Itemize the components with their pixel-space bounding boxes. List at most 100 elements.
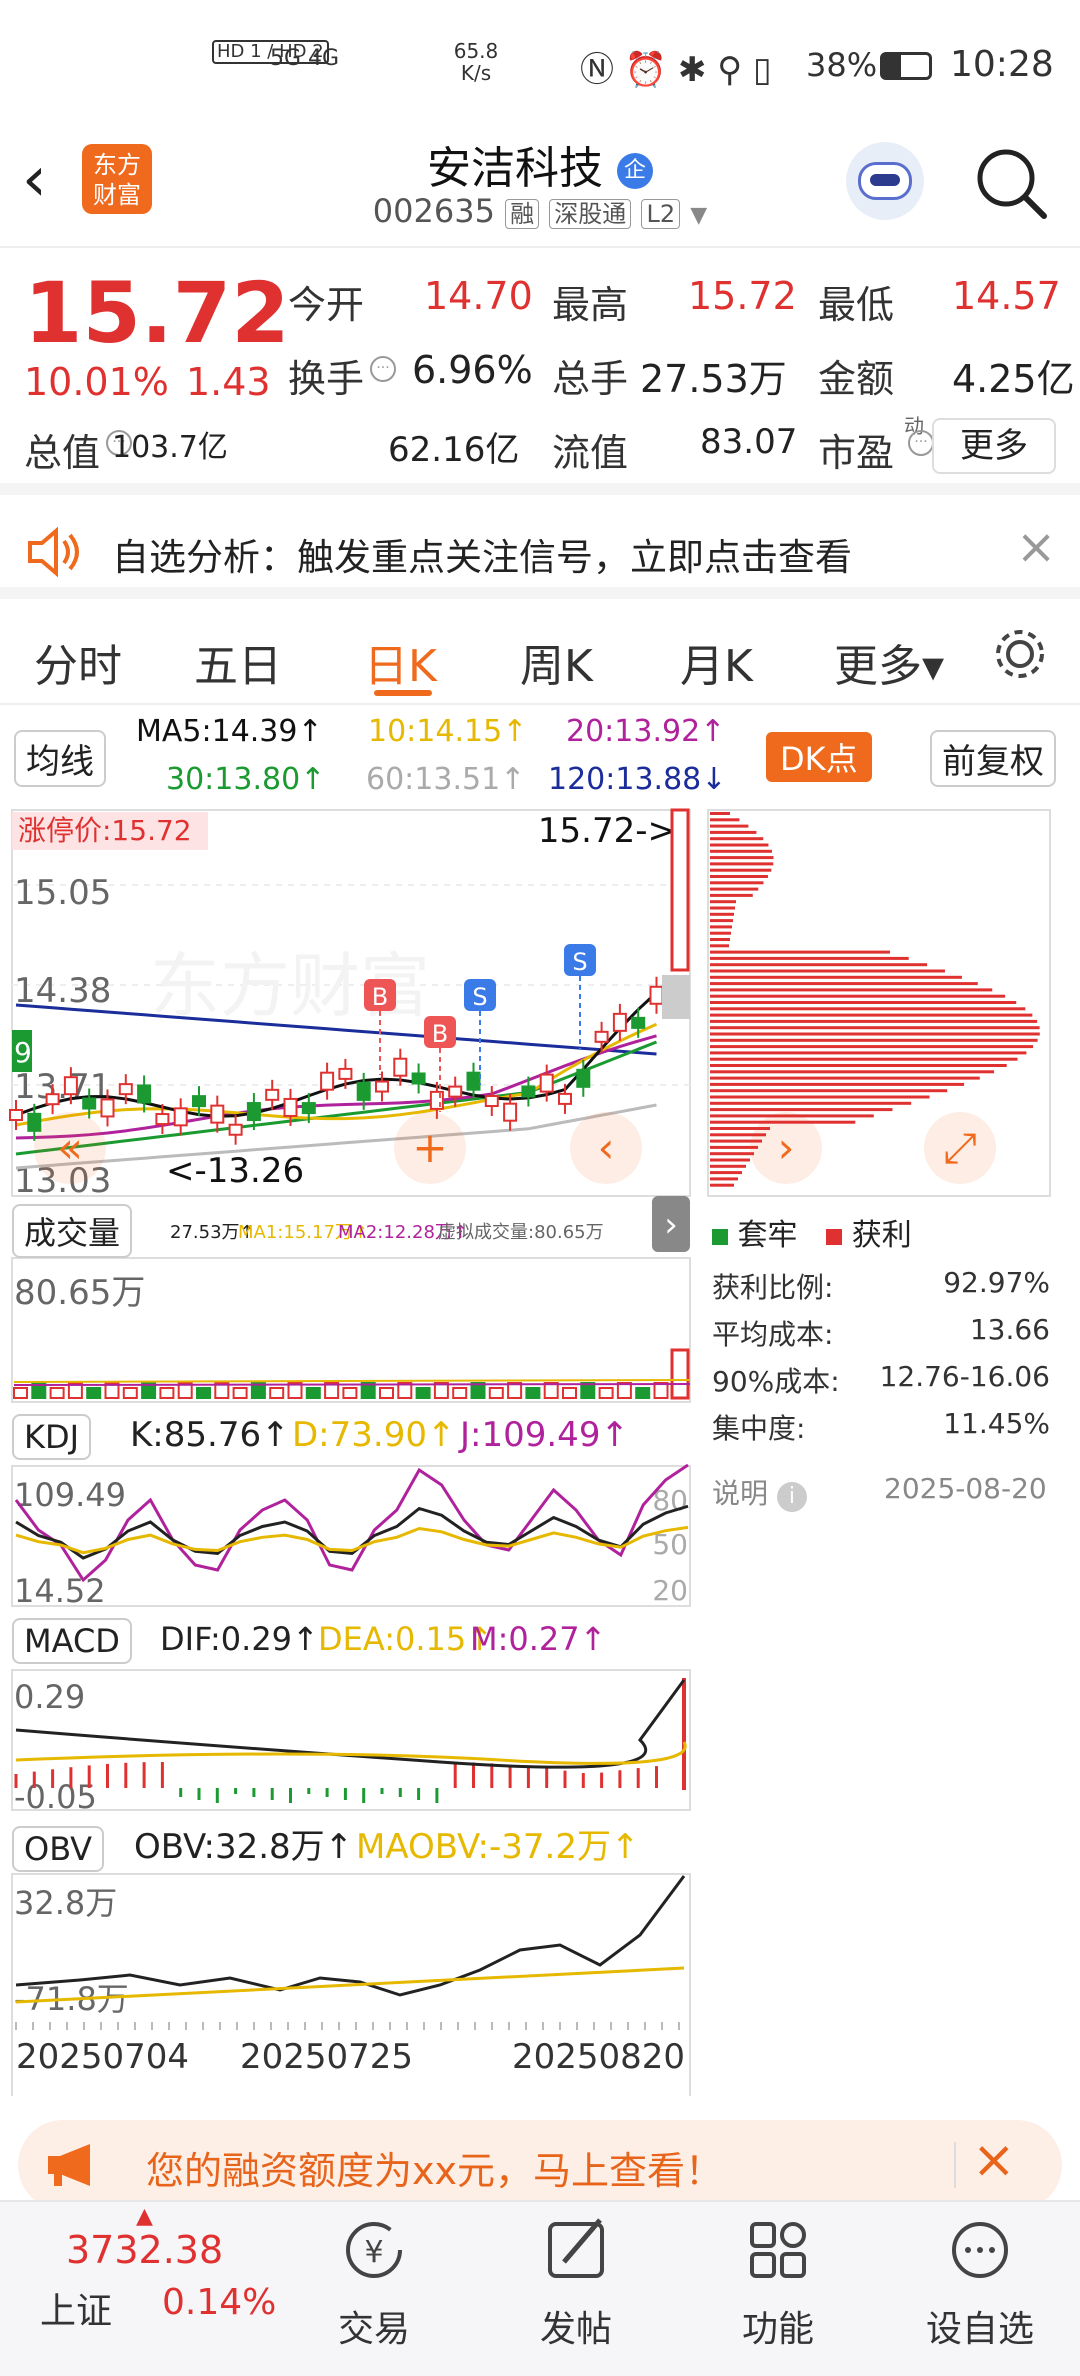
field-value: 103.7亿 [112, 430, 228, 465]
chip-row-label: 90%成本: [712, 1365, 840, 1398]
chip-bar [710, 1114, 874, 1118]
candle [558, 1092, 572, 1105]
crosshair-marker [662, 975, 690, 1019]
chip-bar [710, 906, 735, 910]
promo-banner[interactable]: 您的融资额度为xx元，马上查看！ × [18, 2120, 1062, 2210]
candle [283, 1097, 298, 1117]
tab-monthly-k[interactable]: 月K [680, 630, 753, 694]
kdj-j: J:109.49↑ [458, 1415, 629, 1455]
chip-bar [710, 1152, 754, 1156]
macd-button[interactable]: MACD [12, 1618, 132, 1664]
chip-bar [710, 900, 736, 904]
info-icon[interactable]: ··· [370, 356, 396, 382]
candle [301, 1102, 316, 1115]
divider [954, 2142, 956, 2188]
chip-bar [710, 1145, 758, 1149]
candle [27, 1112, 42, 1132]
alert-text: 自选分析：触发重点关注信号，立即点击查看 [112, 536, 852, 579]
chip-bar [710, 938, 730, 941]
chip-bar [710, 824, 749, 828]
nav-add-watchlist[interactable]: 设自选 [920, 2210, 1040, 2350]
chart-nav-icon: ‹ [598, 1123, 615, 1172]
chevron-right-icon: › [664, 1205, 678, 1245]
chip-bar [710, 912, 734, 916]
tab-weekly-k[interactable]: 周K [520, 630, 593, 694]
field-value: 27.53万 [640, 357, 787, 401]
buy-mark-label: B [432, 1020, 448, 1048]
volume-bar [342, 1387, 358, 1399]
candle [612, 1012, 627, 1032]
close-icon[interactable]: × [1016, 519, 1056, 575]
volume-bar [635, 1387, 651, 1399]
candle [45, 1093, 60, 1106]
candle [100, 1098, 115, 1118]
robot-avatar-icon[interactable] [846, 142, 924, 220]
ma60-label: 60:13.51↑ [366, 762, 526, 797]
kdj-level: 20 [652, 1574, 688, 1607]
index-change: 0.14% [162, 2282, 277, 2323]
chip-date: 2025-08-20 [884, 1472, 1047, 1505]
chart-nav-icon: + [412, 1123, 447, 1172]
candle [192, 1095, 206, 1108]
date-label: 20250704 [16, 2037, 189, 2077]
adjust-button[interactable]: 前复权 [930, 730, 1056, 787]
buy-mark-label: B [372, 983, 388, 1011]
settings-icon[interactable] [990, 624, 1050, 684]
chip-bar [710, 1070, 995, 1074]
chip-bar [710, 818, 740, 822]
obv-axis-label: 32.8万 [14, 1884, 117, 1922]
candle [173, 1107, 188, 1127]
volume-button[interactable]: 成交量 [12, 1204, 133, 1258]
volume-bar [49, 1387, 65, 1399]
volume-bar [598, 1387, 614, 1399]
chip-bar [710, 931, 731, 935]
kline-chart-area[interactable]: 东方财富涨停价:15.7215.0514.3813.7113.03915.72-… [0, 706, 1080, 2096]
chip-note[interactable]: 说明 i [712, 1472, 807, 1512]
quote-panel: 15.72 10.01% 1.43 今开 14.70 最高 15.72 最低 14.57 换… [0, 250, 1080, 495]
tab-daily-k[interactable]: 日K [364, 630, 437, 694]
search-icon[interactable] [974, 146, 1048, 220]
candle [9, 1109, 23, 1121]
chip-bar [710, 969, 945, 973]
nav-post[interactable]: 发帖 [516, 2210, 636, 2350]
nav-trade[interactable]: ¥ 交易 [314, 2210, 434, 2350]
high-arrow: 15.72-> [538, 811, 676, 851]
chip-bar [710, 1001, 1017, 1004]
obv-value: OBV:32.8万↑ [134, 1827, 353, 1867]
battery-icon [880, 52, 932, 80]
ma-button[interactable]: 均线 [14, 730, 106, 787]
obv-button[interactable]: OBV [12, 1826, 105, 1872]
candle [670, 808, 690, 972]
info-icon[interactable]: ··· [908, 430, 934, 456]
chip-bar [710, 1171, 742, 1175]
clock: 10:28 [950, 44, 1054, 85]
megaphone-icon [48, 2144, 90, 2186]
alert-bar[interactable]: 自选分析：触发重点关注信号，立即点击查看 × [0, 507, 1080, 599]
nav-function[interactable]: 功能 [718, 2210, 838, 2350]
date-label: 20250820 [512, 2037, 685, 2077]
chip-bar [710, 975, 962, 979]
candle [82, 1097, 97, 1110]
chip-bar [710, 956, 909, 960]
volume-bar [379, 1387, 394, 1399]
candle [466, 1071, 481, 1091]
chip-bar [710, 893, 753, 897]
macd-dif: DIF:0.29↑ [160, 1620, 319, 1658]
index-ticker[interactable]: ▲ 3732.38 上证 0.14% [40, 2200, 280, 2376]
macd-dea: DEA:0.15↑ [318, 1620, 493, 1658]
more-button[interactable]: 更多 [932, 418, 1056, 474]
chip-bar [710, 1064, 1007, 1067]
volume-bar [562, 1387, 577, 1399]
chip-row-label: 获利比例: [712, 1271, 834, 1304]
tab-five-day[interactable]: 五日 [194, 630, 282, 694]
dk-button[interactable]: DK点 [766, 732, 872, 782]
banner-close-icon[interactable]: × [972, 2130, 1016, 2190]
tab-more[interactable]: 更多▾ [834, 630, 944, 694]
volume-bar [196, 1387, 211, 1399]
ma30-label: 30:13.80↑ [166, 762, 326, 797]
field-value: 62.16亿 [388, 430, 520, 470]
kdj-button[interactable]: KDJ [12, 1414, 92, 1460]
change-percent: 10.01% [24, 360, 169, 404]
tab-intraday[interactable]: 分时 [34, 630, 122, 694]
candle [411, 1072, 426, 1085]
